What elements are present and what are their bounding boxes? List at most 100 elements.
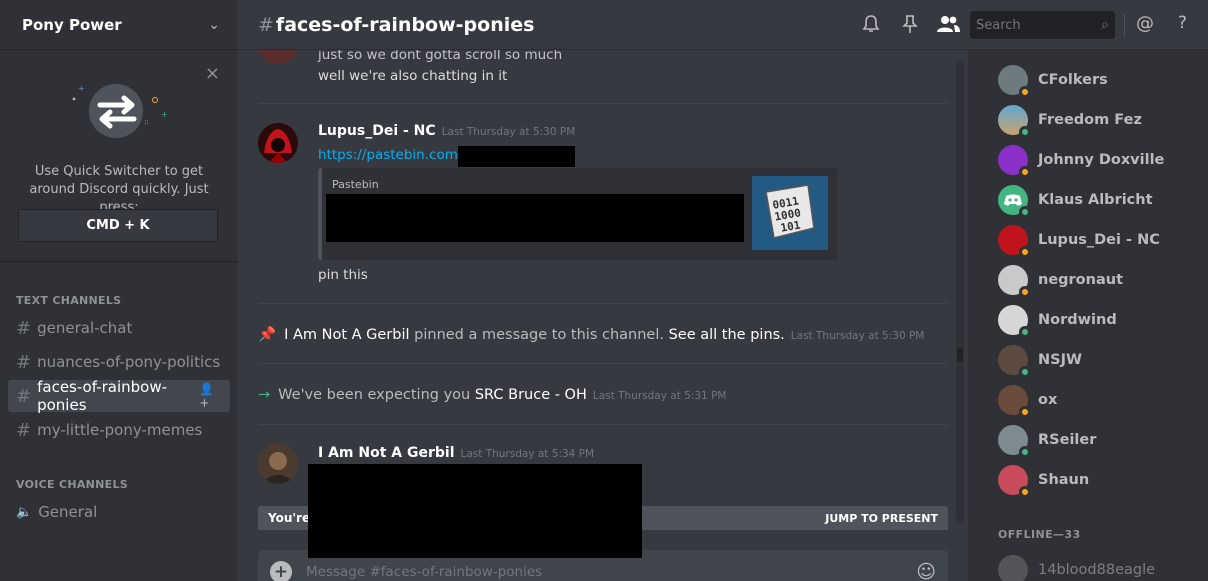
- message-divider: [258, 363, 948, 364]
- channel-general-chat[interactable]: # general-chat: [8, 312, 230, 344]
- avatar[interactable]: [258, 50, 298, 64]
- avatar[interactable]: [258, 444, 298, 484]
- jump-to-present-button[interactable]: JUMP TO PRESENT: [825, 512, 938, 525]
- close-icon[interactable]: ×: [205, 63, 220, 84]
- member-item[interactable]: Johnny Doxville: [998, 144, 1164, 178]
- avatar: [998, 225, 1031, 258]
- embed-provider: Pastebin: [332, 178, 379, 191]
- see-pins-link[interactable]: See all the pins.: [669, 327, 785, 343]
- hash-icon: #: [258, 13, 274, 36]
- message-scrollbar-track[interactable]: [956, 60, 964, 522]
- server-header[interactable]: Pony Power ⌄: [0, 0, 238, 50]
- upload-plus-icon[interactable]: +: [270, 561, 292, 581]
- bell-icon[interactable]: [862, 14, 880, 39]
- search-box[interactable]: ⌕: [970, 11, 1115, 39]
- channel-label: general-chat: [37, 319, 133, 337]
- pin-icon: 📌: [258, 327, 277, 343]
- status-idle-icon: [1019, 406, 1031, 418]
- member-name: Nordwind: [1038, 312, 1117, 328]
- status-idle-icon: [1019, 246, 1031, 258]
- channel-label: General: [38, 503, 98, 521]
- member-item[interactable]: RSeiler: [998, 424, 1097, 458]
- avatar[interactable]: [258, 123, 298, 163]
- message-timestamp: Last Thursday at 5:31 PM: [592, 390, 727, 402]
- embed-thumbnail[interactable]: 0011 1000 101: [752, 176, 828, 250]
- svg-text:::: ::: [144, 118, 149, 126]
- status-online-icon: [1019, 206, 1031, 218]
- message-timestamp: Last Thursday at 5:30 PM: [790, 330, 925, 342]
- link-embed: Pastebin 0011 1000 101: [318, 168, 838, 260]
- system-user[interactable]: SRC Bruce - OH: [475, 387, 587, 403]
- search-icon[interactable]: ⌕: [1101, 17, 1109, 33]
- member-item[interactable]: ox: [998, 384, 1058, 418]
- help-icon[interactable]: ?: [1178, 13, 1187, 33]
- hash-icon: #: [16, 351, 32, 373]
- member-name: ox: [1038, 392, 1058, 408]
- avatar: [998, 65, 1031, 98]
- message-author[interactable]: I Am Not A Gerbil Last Thursday at 5:34 P…: [318, 445, 594, 461]
- voice-channel-general[interactable]: 🔈 General: [8, 496, 230, 528]
- member-item[interactable]: Freedom Fez: [998, 104, 1142, 138]
- category-text-channels[interactable]: TEXT CHANNELS: [16, 294, 121, 307]
- avatar: [998, 105, 1031, 138]
- search-input[interactable]: [976, 17, 1086, 33]
- link-text[interactable]: https://pastebin.com/: [318, 147, 462, 163]
- member-item[interactable]: negronaut: [998, 264, 1123, 298]
- system-message-pin: 📌 I Am Not A Gerbil pinned a message to t…: [258, 326, 924, 343]
- status-idle-icon: [1019, 86, 1031, 98]
- member-list: CFolkers Freedom Fez Johnny Doxville Kla…: [968, 50, 1208, 581]
- svg-text:+: +: [78, 84, 85, 93]
- member-name: Lupus_Dei - NC: [1038, 232, 1160, 248]
- member-name: CFolkers: [1038, 72, 1108, 88]
- system-text: We've been expecting you: [278, 387, 475, 403]
- redaction-block: [326, 194, 744, 242]
- member-item[interactable]: 14blood88eagle: [998, 554, 1155, 581]
- quick-switcher-panel: × + + :: Use Quick Switcher to get aroun…: [0, 51, 238, 262]
- new-messages-text: You're: [268, 511, 311, 525]
- system-message-join: → We've been expecting you SRC Bruce - OH…: [258, 387, 726, 403]
- message-link[interactable]: https://pastebin.com/: [318, 147, 462, 163]
- member-name: 14blood88eagle: [1038, 562, 1156, 578]
- mentions-icon[interactable]: @: [1136, 13, 1154, 34]
- emoji-icon[interactable]: ☺: [916, 561, 936, 581]
- server-name: Pony Power: [22, 15, 122, 34]
- channel-label: my-little-pony-memes: [37, 421, 203, 439]
- author-name[interactable]: I Am Not A Gerbil: [318, 445, 455, 461]
- channel-faces-of-rainbow-ponies[interactable]: # faces-of-rainbow-ponies 👤+: [8, 378, 230, 414]
- author-name[interactable]: Lupus_Dei - NC: [318, 123, 436, 139]
- message-text: well we're also chatting in it: [318, 68, 508, 84]
- category-voice-channels[interactable]: VOICE CHANNELS: [16, 478, 128, 491]
- member-item[interactable]: NSJW: [998, 344, 1082, 378]
- message-author[interactable]: Lupus_Dei - NC Last Thursday at 5:30 PM: [318, 123, 575, 139]
- message-scrollbar-thumb[interactable]: [957, 348, 963, 362]
- system-user[interactable]: I Am Not A Gerbil: [284, 327, 409, 343]
- member-item[interactable]: Nordwind: [998, 304, 1117, 338]
- message-text: just so we dont gotta scroll so much: [318, 50, 563, 63]
- member-item[interactable]: Lupus_Dei - NC: [998, 224, 1160, 258]
- member-name: RSeiler: [1038, 432, 1097, 448]
- chevron-down-icon[interactable]: ⌄: [208, 17, 220, 33]
- member-item[interactable]: Shaun: [998, 464, 1089, 498]
- hash-icon: #: [16, 317, 32, 339]
- quick-switcher-shortcut-button[interactable]: CMD + K: [18, 209, 218, 242]
- avatar: [998, 145, 1031, 178]
- status-online-icon: [1019, 446, 1031, 458]
- member-item[interactable]: CFolkers: [998, 64, 1108, 98]
- message-divider: [258, 303, 948, 304]
- channel-nuances-of-pony-politics[interactable]: # nuances-of-pony-politics: [8, 346, 230, 378]
- hash-icon: #: [16, 419, 32, 441]
- member-item[interactable]: Klaus Albricht: [998, 184, 1153, 218]
- status-online-icon: [1019, 326, 1031, 338]
- header-divider: [1124, 14, 1125, 36]
- avatar: [998, 265, 1031, 298]
- message-input[interactable]: [306, 564, 886, 580]
- status-idle-icon: [1019, 286, 1031, 298]
- offline-header: OFFLINE—33: [998, 528, 1081, 541]
- member-list-icon[interactable]: [936, 15, 960, 38]
- message-divider: [258, 424, 948, 425]
- invite-user-icon[interactable]: 👤+: [199, 382, 222, 410]
- pin-icon[interactable]: [902, 14, 918, 39]
- hash-icon: #: [16, 385, 32, 407]
- avatar: [998, 305, 1031, 338]
- channel-my-little-pony-memes[interactable]: # my-little-pony-memes: [8, 414, 230, 446]
